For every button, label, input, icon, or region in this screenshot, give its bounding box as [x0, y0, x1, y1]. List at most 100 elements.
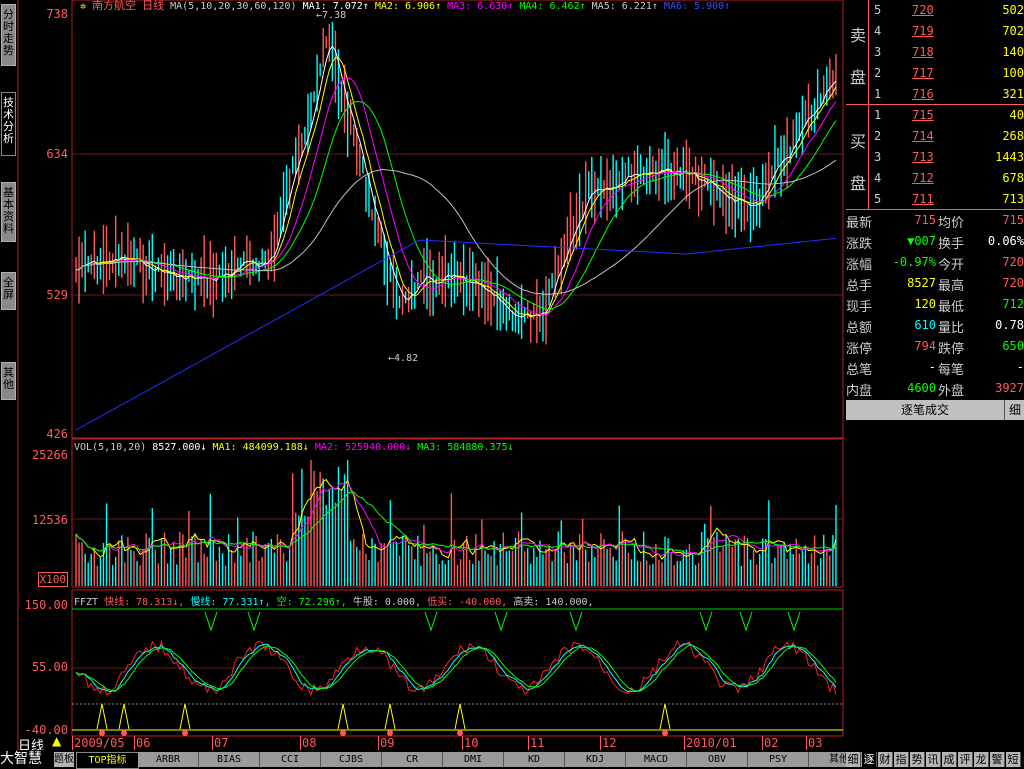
sell-signal [494, 611, 508, 632]
indicator-tab[interactable]: PSY [748, 752, 809, 767]
panel-tab[interactable]: 财 [878, 752, 893, 767]
ma3-value: MA3: 6.630↑ [447, 1, 514, 12]
sell-level-row[interactable]: 1 716 321 [846, 85, 1024, 106]
buy-level-row[interactable]: 3 713 1443 [846, 148, 1024, 169]
panel-tab[interactable]: 短 [1006, 752, 1021, 767]
x-date-label: 08 [302, 736, 317, 750]
buy-level-row[interactable]: 1 715 40 [846, 106, 1024, 127]
x-date-label: 03 [808, 736, 823, 750]
stat-label: 最高 [938, 279, 965, 294]
vol-ma2: MA2: 525940.000↓ [314, 442, 412, 453]
panel-tab[interactable]: 评 [958, 752, 973, 767]
kline-chart-area[interactable] [0, 0, 846, 750]
stat-label: 换手 [938, 237, 965, 252]
stat-label: 涨幅 [846, 258, 873, 273]
panel-tab[interactable]: 警 [990, 752, 1005, 767]
sell-label-1: 卖 [850, 26, 867, 45]
indicator-tab[interactable]: BIAS [199, 752, 260, 767]
sell-price: 717 [912, 66, 934, 80]
x-date-label: 11 [530, 736, 545, 750]
stat-value: 4600 [907, 381, 936, 395]
buy-level-row[interactable]: 5 711 713 [846, 190, 1024, 211]
indicator-tab[interactable]: ARBR [138, 752, 199, 767]
indicator-tab[interactable]: KDJ [565, 752, 626, 767]
sell-volume: 140 [1002, 45, 1024, 59]
x-date-tick [212, 736, 213, 750]
sell-level-row[interactable]: 2 717 100 [846, 64, 1024, 85]
buy-level-row[interactable]: 2 714 268 [846, 127, 1024, 148]
ma5-value: MA5: 6.221↑ [591, 1, 658, 12]
panel-tab[interactable]: 指 [894, 752, 909, 767]
board-button[interactable]: 题板 [54, 752, 74, 767]
ind-name: FFZT [74, 597, 99, 608]
gear-icon[interactable]: ✲ [80, 1, 86, 12]
period-label: 日线 [142, 0, 165, 12]
indicator-tab[interactable]: CCI [260, 752, 321, 767]
sell-level: 2 [874, 66, 882, 80]
stat-value: 720 [1002, 255, 1024, 269]
sell-level-row[interactable]: 5 720 502 [846, 1, 1024, 22]
x-date-tick [72, 736, 73, 750]
panel-tab[interactable]: 讯 [926, 752, 941, 767]
x-axis: 日线 ▲ 2009/05 06 07 08 09 10 11 12 2010/01 02 03 [0, 734, 846, 754]
panel-tab[interactable]: 龙 [974, 752, 989, 767]
stat-label: 量比 [938, 321, 965, 336]
stat-value: -0.97% [892, 255, 936, 269]
ind-tick-150: 150.00 [24, 598, 68, 612]
triangle-up-icon[interactable]: ▲ [52, 734, 61, 748]
detail-button[interactable]: 细 [1004, 400, 1024, 420]
sell-volume: 321 [1002, 87, 1024, 101]
stat-value: - [928, 360, 936, 374]
stat-label: 最新 [846, 216, 873, 231]
x-date-label: 2010/01 [686, 736, 737, 750]
buy-price: 715 [912, 108, 934, 122]
divider [846, 209, 1024, 210]
stat-value: 8527 [907, 276, 936, 290]
indicator-header: FFZT 快线: 78.313↓, 慢线: 77.331↑, 空: 72.296… [74, 593, 594, 608]
sell-level-row[interactable]: 4 719 702 [846, 22, 1024, 43]
stat-value: 712 [1002, 297, 1024, 311]
stat-value: 0.06% [987, 234, 1024, 248]
volume-pane-frame [71, 438, 844, 588]
indicator-tab[interactable]: CJBS [321, 752, 382, 767]
sell-volume: 702 [1002, 24, 1024, 38]
ind-highsell: 高卖: 140.000, [513, 597, 594, 608]
indicator-tab[interactable]: MACD [626, 752, 687, 767]
panel-tab[interactable]: 成 [942, 752, 957, 767]
buy-label-1: 买 [850, 132, 867, 151]
stock-name: 南方航空 [92, 0, 137, 12]
vol-tick-25266: 25266 [31, 448, 68, 462]
stat-value: 715 [1002, 213, 1024, 227]
indicator-tab[interactable]: CR [382, 752, 443, 767]
panel-tab[interactable]: 细 [846, 752, 861, 767]
panel-tab[interactable]: 势 [910, 752, 925, 767]
sell-price: 719 [912, 24, 934, 38]
stat-row: 涨跌 ▼007 换手 0.06% [846, 232, 1024, 253]
indicator-tab[interactable]: OBV [687, 752, 748, 767]
ind-slow: 慢线: 77.331↑, [190, 597, 271, 608]
ind-bull: 牛股: 0.000, [352, 597, 422, 608]
buy-signal [337, 703, 349, 730]
sell-level-row[interactable]: 3 718 140 [846, 43, 1024, 64]
buy-level-row[interactable]: 4 712 678 [846, 169, 1024, 190]
panel-tab[interactable]: 逐 [862, 752, 877, 767]
stat-label: 内盘 [846, 384, 873, 399]
tick-trades-button[interactable]: 逐笔成交 [846, 400, 1004, 420]
buy-signal [384, 703, 396, 730]
ma6-line [75, 237, 837, 431]
sell-price: 720 [912, 3, 934, 17]
ind-tick-55: 55.00 [31, 660, 68, 674]
ma6-value: MA6: 5.900↑ [663, 1, 731, 12]
indicator-tab[interactable]: KD [504, 752, 565, 767]
stat-label: 总额 [846, 321, 873, 336]
indicator-tab[interactable]: DMI [443, 752, 504, 767]
x-date-tick [806, 736, 807, 750]
sell-level: 4 [874, 24, 882, 38]
sell-volume: 100 [1002, 66, 1024, 80]
stat-value: 610 [914, 318, 936, 332]
x-date-label: 06 [136, 736, 151, 750]
stat-row: 内盘 4600 外盘 3927 [846, 379, 1024, 400]
ma2-value: MA2: 6.906↑ [374, 1, 442, 12]
indicator-tab[interactable]: TOP指标 [76, 752, 139, 769]
sell-level: 1 [874, 87, 882, 101]
